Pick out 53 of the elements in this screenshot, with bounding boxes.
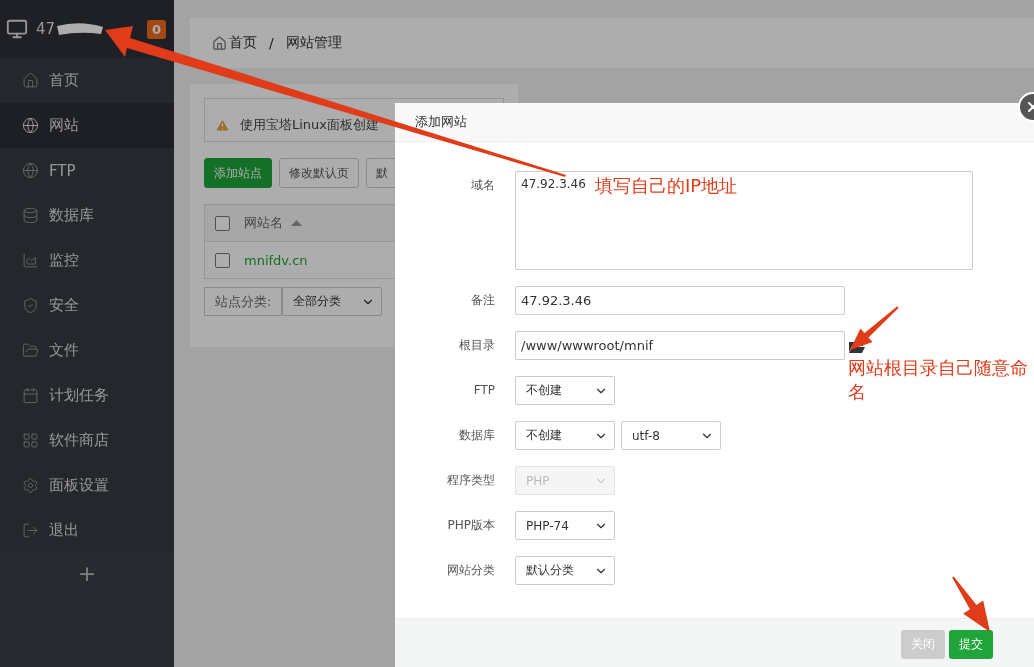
field-label: PHP版本 [446, 517, 495, 534]
annotation-text: 网站根目录自己随意命名 [848, 356, 1028, 404]
input-field[interactable]: 47.92.3.46 [515, 286, 845, 315]
field-label: FTP [472, 382, 495, 399]
select-field[interactable]: 不创建 [515, 421, 615, 450]
home-icon [22, 72, 39, 89]
folder-icon [22, 342, 39, 359]
notification-badge[interactable]: 0 [146, 19, 166, 39]
annotation-arrow [850, 306, 899, 350]
annotation-text: 填写自己的IP地址 [595, 174, 738, 198]
sidebar-item[interactable]: 网站 [0, 103, 174, 148]
globe-icon [22, 162, 39, 179]
warning-icon [215, 117, 230, 133]
breadcrumb-separator: / [269, 35, 274, 51]
calendar-icon [22, 387, 39, 404]
add-button[interactable]: + [0, 553, 174, 594]
shield-icon [22, 297, 39, 314]
home-icon [212, 35, 227, 51]
field-label: 根目录 [458, 337, 495, 354]
checkbox[interactable] [215, 215, 230, 231]
toolbar-button[interactable]: 默 [366, 158, 398, 188]
breadcrumb-current: 网站管理 [285, 34, 342, 52]
annotation-arrow [952, 576, 990, 632]
field-label: 域名 [470, 177, 495, 194]
breadcrumb-link[interactable]: 首页 [229, 34, 257, 52]
select-field[interactable]: PHP-74 [515, 511, 615, 540]
path-field[interactable]: /www/wwwroot/mnif [515, 331, 845, 360]
category-label: 站点分类: [204, 287, 283, 316]
site-link[interactable]: mnifdv.cn [244, 252, 308, 268]
redaction-mark [55, 22, 106, 36]
select-field[interactable]: utf-8 [621, 421, 721, 450]
column-header[interactable]: 网站名 [244, 214, 283, 232]
host-name: 47 [36, 20, 56, 38]
database-icon [22, 207, 39, 224]
toolbar-button[interactable]: 修改默认页 [279, 158, 359, 188]
checkbox[interactable] [215, 252, 230, 268]
grid-icon [22, 432, 39, 449]
category-select[interactable]: 全部分类 [282, 287, 383, 316]
settings-icon [22, 477, 39, 494]
field-label: 程序类型 [446, 472, 495, 489]
logout-icon [22, 522, 39, 539]
sort-icon [291, 220, 302, 226]
field-label: 网站分类 [446, 562, 495, 579]
dialog-title: 添加网站 [395, 103, 1034, 142]
toolbar-button[interactable]: 添加站点 [204, 158, 272, 188]
globe-icon [22, 117, 39, 134]
select-field[interactable]: 不创建 [515, 376, 615, 405]
field-label: 数据库 [458, 427, 495, 444]
select-field[interactable]: 默认分类 [515, 556, 615, 585]
field-label: 备注 [470, 292, 495, 309]
monitor-icon [6, 18, 28, 40]
submit-button[interactable]: 提交 [949, 629, 993, 659]
chart-icon [22, 252, 39, 269]
